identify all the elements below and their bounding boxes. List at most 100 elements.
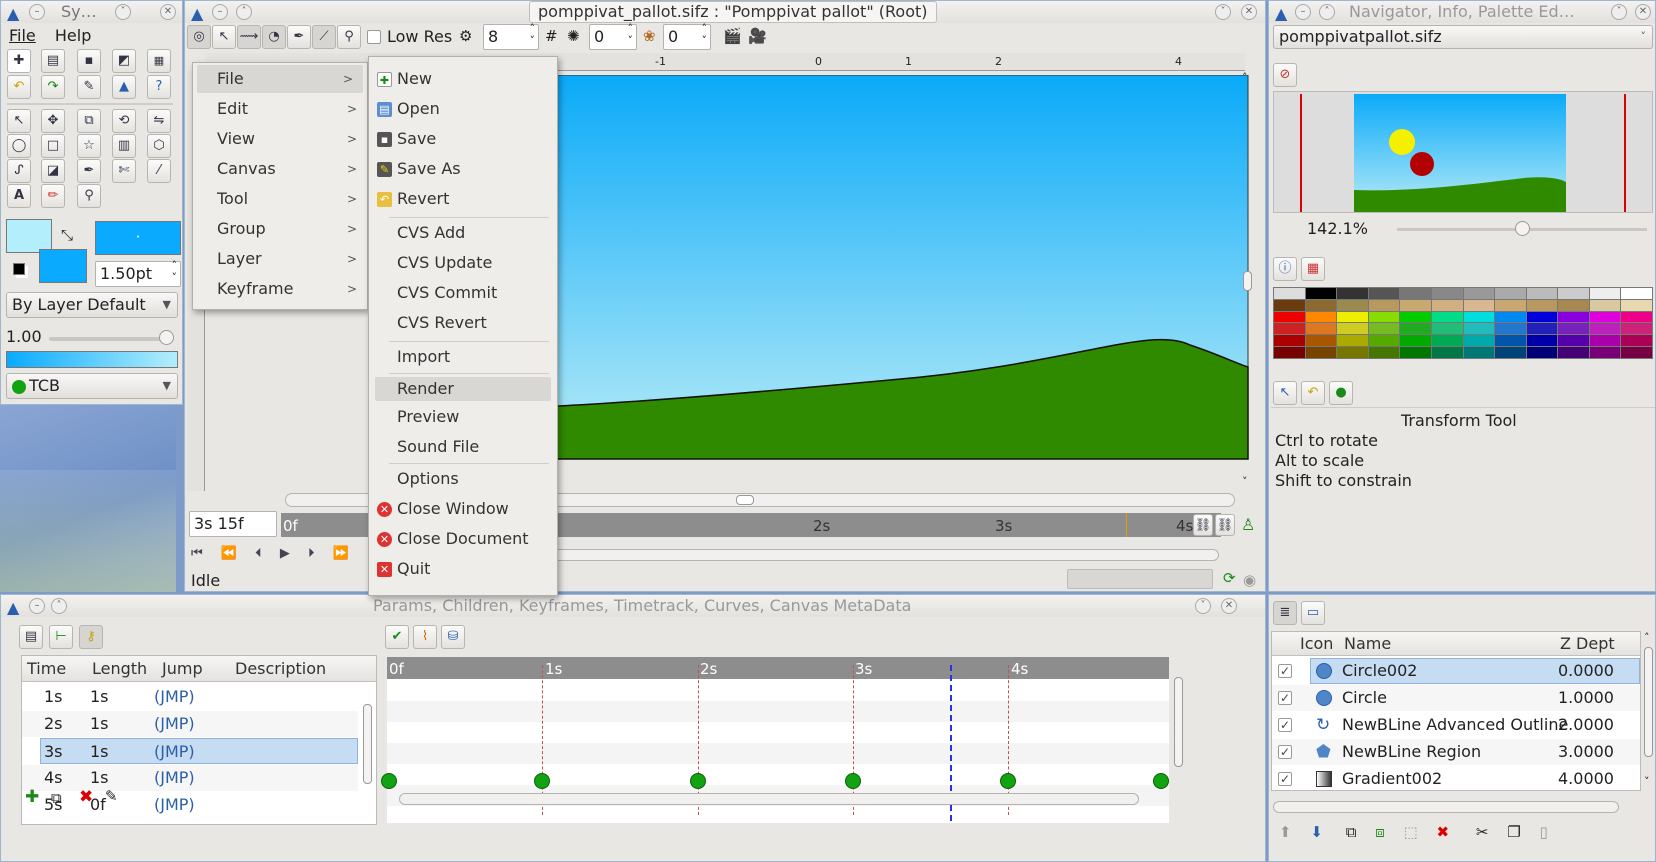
history-tab-icon[interactable]: ↶ bbox=[1301, 381, 1325, 405]
palette-grid[interactable] bbox=[1273, 287, 1653, 359]
row-jump-link[interactable]: (JMP) bbox=[154, 792, 195, 818]
layer-visibility-checkbox[interactable]: ✓ bbox=[1278, 772, 1292, 786]
remove-keyframe-icon[interactable]: ✖ bbox=[79, 787, 93, 807]
metadata-tab-icon[interactable]: ⛁ bbox=[441, 625, 465, 649]
layer-row[interactable]: ✓ Circle 1.0000 bbox=[1272, 685, 1640, 711]
keyframe-marker[interactable] bbox=[1153, 773, 1169, 789]
scroll-up-icon[interactable]: ˄ bbox=[1242, 71, 1248, 84]
params-titlebar[interactable]: ▲ – ˄ Params, Children, Keyframes, Timet… bbox=[1, 595, 1265, 617]
width-field[interactable]: 1.50pt ˄ ˅ bbox=[95, 260, 181, 287]
about-icon[interactable]: ▲ bbox=[112, 75, 136, 99]
tangent-handles-icon[interactable]: ⟿ bbox=[237, 25, 261, 49]
palette-tab-icon[interactable]: ▦ bbox=[1301, 257, 1325, 281]
menu-item-import[interactable]: Import bbox=[369, 343, 557, 371]
play-icon[interactable]: ▶ bbox=[280, 546, 290, 561]
layer-row[interactable]: ✓ ↻ NewBLine Advanced Outline 2.0000 bbox=[1272, 712, 1640, 738]
lower-layer-icon[interactable]: ⬇ bbox=[1310, 823, 1323, 841]
layer-row-selected[interactable]: ✓ Circle002 0.0000 bbox=[1272, 658, 1640, 684]
encapsulate-icon[interactable]: ⧈ bbox=[1375, 823, 1385, 841]
preview-icon[interactable]: 🎥 bbox=[748, 27, 767, 45]
menu-item-edit[interactable]: Edit > bbox=[193, 95, 367, 123]
column-header[interactable]: Icon bbox=[1300, 632, 1333, 656]
render-icon[interactable]: 🎬 bbox=[723, 27, 742, 45]
zoom-slider-handle[interactable] bbox=[1515, 221, 1530, 236]
column-header[interactable]: Description bbox=[235, 656, 326, 682]
undo-icon[interactable]: ↶ bbox=[7, 75, 31, 99]
outline-color-swatch[interactable] bbox=[6, 219, 52, 253]
menu-item-save[interactable]: ▪ Save bbox=[369, 125, 557, 153]
column-header[interactable]: Jump bbox=[162, 656, 203, 682]
menu-item-preview[interactable]: Preview bbox=[369, 403, 557, 431]
opacity-slider-track[interactable] bbox=[49, 337, 171, 341]
collapse-icon[interactable]: ˅ bbox=[115, 4, 131, 20]
navigator-titlebar[interactable]: ▲ – ˄ Navigator, Info, Palette Ed… ˅ ✕ bbox=[1269, 1, 1655, 23]
layer-visibility-checkbox[interactable]: ✓ bbox=[1278, 718, 1292, 732]
future-onion-icon[interactable]: ❀ bbox=[643, 27, 656, 45]
refresh-icon[interactable]: ⟳ bbox=[1223, 569, 1236, 587]
minimize-icon[interactable]: – bbox=[29, 4, 45, 20]
group-layer-icon[interactable]: ⧉ bbox=[1346, 823, 1357, 841]
keyframe-lock-icon[interactable]: ⛓ bbox=[1215, 514, 1235, 536]
vertical-scrollbar[interactable]: ˄ ˅ bbox=[1240, 71, 1254, 491]
fill-tool-icon[interactable]: ◪ bbox=[41, 159, 65, 183]
keep-above-icon[interactable]: ˄ bbox=[236, 4, 252, 20]
library-tab-icon[interactable]: ● bbox=[1329, 381, 1353, 405]
scroll-thumb[interactable] bbox=[1174, 677, 1183, 767]
layer-visibility-checkbox[interactable]: ✓ bbox=[1278, 691, 1292, 705]
column-header[interactable]: Length bbox=[92, 656, 147, 682]
onion-skin-icon[interactable]: ✺ bbox=[567, 27, 580, 45]
close-icon[interactable]: ✕ bbox=[1635, 4, 1651, 20]
menu-item-layer[interactable]: Layer > bbox=[193, 245, 367, 273]
close-icon[interactable]: ✕ bbox=[1221, 598, 1237, 614]
menu-item-open[interactable]: ▤ Open bbox=[369, 95, 557, 123]
menu-item-new[interactable]: ✚ New bbox=[369, 65, 557, 93]
spin-arrows[interactable]: ˄ ˅ bbox=[628, 23, 634, 47]
menu-item-save-as[interactable]: ✎ Save As bbox=[369, 155, 557, 183]
render-quality-field[interactable]: 8 ˄ ˅ bbox=[483, 23, 539, 50]
row-jump-link[interactable]: (JMP) bbox=[154, 765, 195, 791]
table-row[interactable]: 4s 1s (JMP) bbox=[22, 765, 358, 791]
cut-icon[interactable]: ✂ bbox=[1476, 823, 1489, 841]
toolbox-titlebar[interactable]: ▲ – Sy… ˅ ✕ bbox=[1, 1, 182, 23]
column-header[interactable]: Name bbox=[1344, 632, 1391, 656]
seek-begin-icon[interactable]: ⏮ bbox=[191, 546, 203, 561]
keyframe-marker[interactable] bbox=[534, 773, 550, 789]
menu-item-close-window[interactable]: ✕ Close Window bbox=[369, 495, 557, 523]
keyframe-marker[interactable] bbox=[845, 773, 861, 789]
keep-above-icon[interactable]: ˄ bbox=[1319, 4, 1335, 20]
canvas-file-select[interactable]: pomppivatpallot.sifz ˅ bbox=[1273, 25, 1653, 49]
brush-gradient-bar[interactable] bbox=[6, 351, 178, 368]
menu-item-cvs-revert[interactable]: CVS Revert bbox=[369, 309, 557, 337]
open-file-icon[interactable]: ▤ bbox=[41, 49, 65, 73]
close-icon[interactable]: ✕ bbox=[1241, 4, 1257, 20]
radius-handles-icon[interactable]: ◔ bbox=[262, 25, 286, 49]
delete-layer-icon[interactable]: ✖ bbox=[1437, 823, 1450, 841]
menu-item-tool[interactable]: Tool > bbox=[193, 185, 367, 213]
menu-item-cvs-add[interactable]: CVS Add bbox=[369, 219, 557, 247]
zoom-tool-icon[interactable]: ⚲ bbox=[77, 184, 101, 208]
save-as-icon[interactable]: ◩ bbox=[112, 49, 136, 73]
table-row[interactable]: 1s 1s (JMP) bbox=[22, 684, 358, 710]
layers-hscrollbar[interactable] bbox=[1273, 801, 1619, 813]
polygon-tool-icon[interactable]: ⬡ bbox=[147, 134, 171, 158]
keep-above-icon[interactable]: ˄ bbox=[51, 598, 67, 614]
canvas-titlebar[interactable]: ▲ – ˄ pomppivat_pallot.sifz : "Pomppivat… bbox=[185, 1, 1265, 23]
prev-keyframe-icon[interactable]: ⏪ bbox=[221, 546, 237, 561]
help-icon[interactable]: ? bbox=[147, 75, 171, 99]
next-frame-icon[interactable]: ⏵ bbox=[308, 546, 315, 561]
stop-icon[interactable]: ◉ bbox=[1243, 571, 1256, 589]
children-tab-icon[interactable]: ⊢ bbox=[49, 625, 73, 649]
minimize-icon[interactable]: – bbox=[1295, 4, 1311, 20]
add-keyframe-icon[interactable]: ✚ bbox=[25, 787, 39, 807]
copy-icon[interactable]: ❐ bbox=[1507, 823, 1520, 841]
current-time-field[interactable]: 3s 15f bbox=[189, 511, 277, 537]
mirror-tool-icon[interactable]: ⇋ bbox=[147, 109, 171, 133]
future-onion-field[interactable]: 0 ˄ ˅ bbox=[663, 23, 711, 50]
low-res-checkbox[interactable] bbox=[367, 30, 381, 44]
past-onion-field[interactable]: 0 ˄ ˅ bbox=[589, 23, 637, 50]
close-icon[interactable]: ✕ bbox=[160, 4, 176, 20]
scroll-thumb[interactable] bbox=[363, 704, 372, 784]
minimize-icon[interactable]: – bbox=[212, 4, 228, 20]
menu-item-group[interactable]: Group > bbox=[193, 215, 367, 243]
next-keyframe-icon[interactable]: ⏩ bbox=[333, 546, 349, 561]
